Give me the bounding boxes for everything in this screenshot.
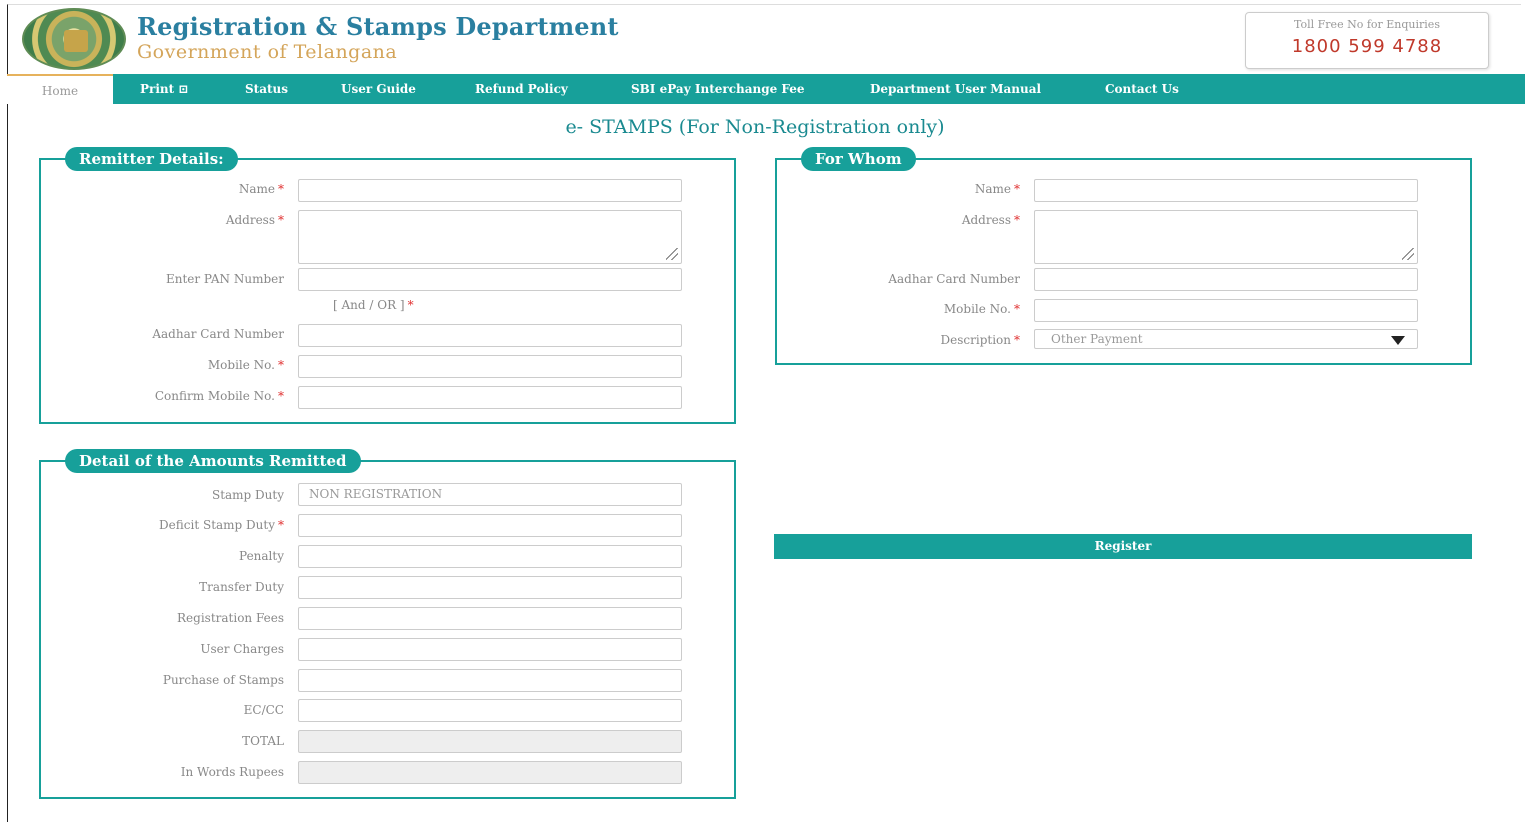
department-subtitle: Government of Telangana <box>137 41 398 63</box>
main-nav: Home Print ⊡ Status User Guide Refund Po… <box>7 74 1525 104</box>
toll-free-label: Toll Free No for Enquiries <box>1294 18 1440 31</box>
remitter-name-input[interactable] <box>298 179 682 202</box>
remitter-aadhar-input[interactable] <box>298 324 682 347</box>
registration-fees-input[interactable] <box>298 607 682 630</box>
for-whom-mobile-label: Mobile No. * <box>943 302 1020 316</box>
remitter-address-label: Address * <box>225 213 284 227</box>
remitter-confirm-mobile-input[interactable] <box>298 386 682 409</box>
description-selected-value: Other Payment <box>1051 332 1143 346</box>
and-or-label: [ And / OR ] * <box>333 298 414 312</box>
total-label: TOTAL <box>242 734 284 748</box>
remitter-pan-input[interactable] <box>298 268 682 291</box>
user-charges-label: User Charges <box>200 642 284 656</box>
total-input <box>298 730 682 753</box>
nav-status[interactable]: Status <box>245 74 288 104</box>
in-words-input <box>298 761 682 784</box>
remitter-pan-label: Enter PAN Number <box>165 272 284 286</box>
penalty-label: Penalty <box>239 549 284 563</box>
ec-cc-input[interactable] <box>298 699 682 722</box>
resize-handle-icon[interactable] <box>666 248 678 260</box>
transfer-duty-label: Transfer Duty <box>199 580 284 594</box>
description-label: Description * <box>940 333 1020 347</box>
stamp-duty-input[interactable]: NON REGISTRATION <box>298 483 682 506</box>
for-whom-address-textarea[interactable] <box>1034 210 1418 264</box>
remitter-aadhar-label: Aadhar Card Number <box>152 327 284 341</box>
for-whom-aadhar-label: Aadhar Card Number <box>888 272 1020 286</box>
deficit-stamp-duty-label: Deficit Stamp Duty * <box>159 518 284 532</box>
remitter-mobile-input[interactable] <box>298 355 682 378</box>
description-select[interactable]: Other Payment <box>1034 329 1418 349</box>
nav-contact-us[interactable]: Contact Us <box>1105 74 1179 104</box>
nav-home[interactable]: Home <box>7 74 113 104</box>
nav-department-user-manual[interactable]: Department User Manual <box>870 74 1041 104</box>
for-whom-legend: For Whom <box>801 147 916 171</box>
for-whom-name-input[interactable] <box>1034 179 1418 202</box>
telangana-emblem-icon <box>22 8 126 70</box>
amounts-remitted-legend: Detail of the Amounts Remitted <box>65 449 361 473</box>
toll-free-box: Toll Free No for Enquiries 1800 599 4788 <box>1245 12 1489 69</box>
nav-user-guide[interactable]: User Guide <box>341 74 416 104</box>
nav-refund-policy[interactable]: Refund Policy <box>475 74 568 104</box>
purchase-of-stamps-label: Purchase of Stamps <box>162 673 284 687</box>
remitter-mobile-label: Mobile No. * <box>207 358 284 372</box>
remitter-details-panel: Remitter Details: Name * Address * Enter P… <box>39 147 736 424</box>
toll-free-number: 1800 599 4788 <box>1291 36 1443 57</box>
for-whom-mobile-input[interactable] <box>1034 299 1418 322</box>
user-charges-input[interactable] <box>298 638 682 661</box>
amounts-remitted-panel: Detail of the Amounts Remitted Stamp Dut… <box>39 449 736 799</box>
dropdown-arrow-icon <box>1391 336 1405 345</box>
department-title: Registration & Stamps Department <box>137 12 619 41</box>
page-title: e- STAMPS (For Non-Registration only) <box>565 116 945 138</box>
transfer-duty-input[interactable] <box>298 576 682 599</box>
for-whom-panel: For Whom Name * Address * Aadhar Card Numb… <box>775 147 1472 365</box>
remitter-confirm-mobile-label: Confirm Mobile No. * <box>154 389 284 403</box>
ec-cc-label: EC/CC <box>243 703 284 717</box>
purchase-of-stamps-input[interactable] <box>298 669 682 692</box>
for-whom-name-label: Name * <box>974 182 1020 196</box>
remitter-address-textarea[interactable] <box>298 210 682 264</box>
header: Registration & Stamps Department Governm… <box>0 0 1525 74</box>
resize-handle-icon[interactable] <box>1402 248 1414 260</box>
in-words-label: In Words Rupees <box>180 765 284 779</box>
penalty-input[interactable] <box>298 545 682 568</box>
deficit-stamp-duty-input[interactable] <box>298 514 682 537</box>
for-whom-aadhar-input[interactable] <box>1034 268 1418 291</box>
nav-sbi-epay-fee[interactable]: SBI ePay Interchange Fee <box>631 74 805 104</box>
registration-fees-label: Registration Fees <box>177 611 284 625</box>
register-button[interactable]: Register <box>774 534 1472 559</box>
stamp-duty-label: Stamp Duty <box>211 488 284 502</box>
nav-print[interactable]: Print ⊡ <box>140 74 188 104</box>
remitter-details-legend: Remitter Details: <box>65 147 238 171</box>
remitter-name-label: Name * <box>238 182 284 196</box>
for-whom-address-label: Address * <box>961 213 1020 227</box>
